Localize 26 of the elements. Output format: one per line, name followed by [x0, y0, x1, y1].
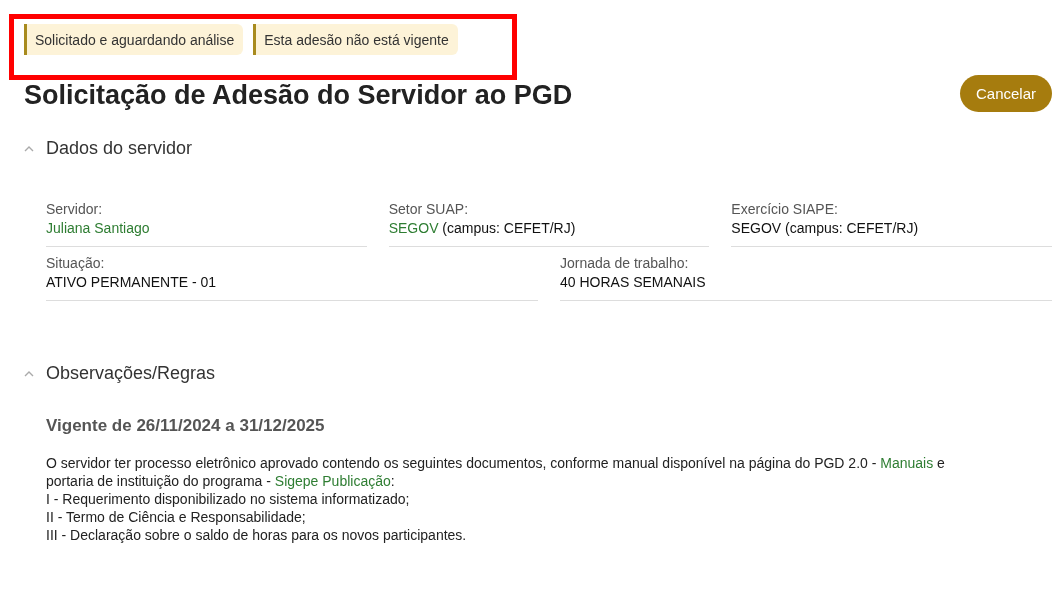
- field-label: Exercício SIAPE:: [731, 201, 839, 217]
- section-heading[interactable]: Dados do servidor: [46, 138, 193, 159]
- field-value: (campus: CEFET/RJ): [441, 220, 576, 236]
- field-label: Jornada de trabalho:: [560, 255, 690, 271]
- rules-paragraph: O servidor ter processo eletrônico aprovado contendo os seguintes documentos, conforme manual disponível na página do PGD 2.0 - Manuais e portaria de instituição do programa - Sigepe Publicação:: [46, 454, 946, 490]
- rule-item: I - Requerimento disponibilizado no sistema informatizado;: [46, 490, 411, 508]
- status-badge: Solicitado e aguardando análise: [24, 24, 244, 55]
- field-label: Servidor:: [46, 201, 104, 217]
- field-value: ATIVO PERMANENTE - 01: [46, 274, 217, 290]
- field-label: Setor SUAP:: [388, 201, 470, 217]
- field-value: 40 HORAS SEMANAIS: [560, 274, 706, 290]
- page-title: Solicitação de Adesão do Servidor ao PGD: [24, 80, 573, 111]
- field-label: Situação:: [46, 255, 106, 271]
- link[interactable]: Manuais: [880, 455, 934, 471]
- link[interactable]: SEGOV: [388, 220, 439, 236]
- section-heading[interactable]: Observações/Regras: [46, 363, 216, 384]
- chevron-up-icon[interactable]: [24, 370, 34, 377]
- link[interactable]: Juliana Santiago: [46, 220, 150, 236]
- link[interactable]: Sigepe Publicação: [274, 473, 391, 489]
- status-badge: Esta adesão não está vigente: [253, 24, 458, 55]
- rule-item: II - Termo de Ciência e Responsabilidade;: [46, 508, 307, 526]
- chevron-up-icon[interactable]: [24, 145, 34, 152]
- rule-item: III - Declaração sobre o saldo de horas para os novos participantes.: [46, 526, 468, 544]
- cancel-button[interactable]: Cancelar: [959, 75, 1052, 112]
- validity-heading: Vigente de 26/11/2024 a 31/12/2025: [46, 416, 326, 436]
- field-value: SEGOV (campus: CEFET/RJ): [731, 220, 919, 236]
